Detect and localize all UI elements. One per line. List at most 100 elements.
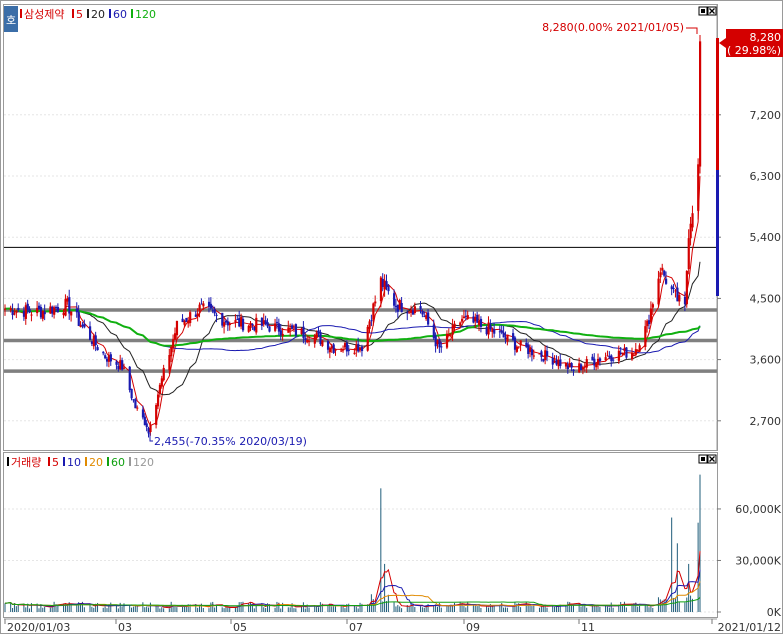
candle-body	[372, 303, 374, 319]
candle-body	[476, 315, 478, 323]
candle-body	[569, 363, 571, 367]
legend-item-label[interactable]: 120	[135, 8, 156, 21]
candle-body	[410, 310, 412, 313]
candle-body	[276, 322, 278, 323]
candle-body	[438, 339, 440, 347]
volume-tick-label: 0K	[767, 606, 782, 619]
candle-body	[635, 349, 637, 355]
candle-body	[183, 321, 185, 325]
candle-body	[412, 310, 414, 314]
candle-body	[673, 288, 675, 289]
candle-body	[64, 299, 66, 316]
candle-body	[567, 365, 569, 369]
price-panel-controls[interactable]	[699, 7, 716, 15]
candle-body	[533, 356, 535, 357]
current-price-badge: 8,280 ( 29.98%)	[719, 29, 783, 57]
candle-body	[123, 368, 125, 369]
candle-body	[406, 312, 408, 313]
candle-body	[27, 304, 29, 310]
candle-body	[282, 334, 284, 336]
volume-panel-controls[interactable]	[699, 455, 716, 463]
legend-item-label[interactable]: 삼성제약	[24, 7, 64, 21]
candle-body	[115, 362, 117, 365]
candle-body	[78, 312, 80, 326]
candle-body	[329, 348, 331, 352]
legend-item-label[interactable]: 5	[52, 456, 59, 469]
candle-body	[234, 320, 236, 322]
date-tick-label: 07	[349, 621, 363, 634]
candle-body	[661, 268, 663, 271]
candle-body	[189, 312, 191, 323]
legend-item-label[interactable]: 거래량	[11, 456, 41, 469]
candle-body	[580, 364, 582, 370]
candle-body	[368, 321, 370, 329]
legend-item-label[interactable]: 60	[113, 8, 127, 21]
candle-body	[572, 369, 574, 371]
candle-body	[499, 331, 501, 332]
candle-body	[597, 359, 599, 365]
candle-body	[401, 303, 403, 312]
candle-body	[425, 315, 427, 319]
date-tick-label: 2020/01/03	[7, 621, 70, 634]
candle-body	[516, 347, 518, 352]
candle-body	[30, 315, 32, 316]
candle-body	[546, 351, 548, 356]
candle-body	[512, 333, 514, 340]
candle-body	[80, 325, 82, 327]
candle-body	[652, 304, 654, 307]
candle-body	[659, 272, 661, 277]
candle-body	[268, 327, 270, 332]
candle-body	[697, 164, 699, 211]
price-tick-label: 7,200	[750, 109, 782, 122]
candle-body	[15, 311, 17, 313]
legend-item-label[interactable]: 60	[111, 456, 125, 469]
candle-body	[518, 346, 520, 347]
candle-body	[295, 324, 297, 335]
candle-body	[76, 309, 78, 313]
candle-body	[240, 317, 242, 327]
candle-body	[131, 389, 133, 398]
candle-body	[591, 357, 593, 361]
candle-body	[370, 320, 372, 321]
candle-body	[106, 359, 108, 362]
date-tick-label: 09	[466, 621, 480, 634]
candle-body	[380, 278, 382, 302]
candle-body	[168, 355, 170, 370]
candle-body	[665, 279, 667, 284]
legend-item-label[interactable]: 20	[91, 8, 105, 21]
candle-body	[650, 309, 652, 323]
candle-body	[81, 325, 83, 327]
legend-item-label[interactable]: 10	[67, 456, 81, 469]
candle-body	[480, 319, 482, 327]
candle-body	[36, 308, 38, 313]
candle-body	[459, 323, 461, 326]
candle-body	[622, 353, 624, 355]
candle-body	[149, 425, 151, 432]
legend-item-label[interactable]: 120	[133, 456, 154, 469]
candle-body	[678, 295, 680, 301]
candle-body	[200, 304, 202, 305]
price-tick-label: 4,500	[750, 292, 782, 305]
candle-body	[13, 313, 15, 314]
candle-body	[314, 335, 316, 343]
candle-body	[472, 317, 474, 323]
candle-body	[397, 305, 399, 312]
candle-body	[110, 354, 112, 361]
candle-body	[531, 349, 533, 355]
candle-body	[501, 330, 503, 332]
candle-body	[419, 306, 421, 309]
candle-body	[108, 355, 110, 362]
legend-item-label[interactable]: 5	[76, 8, 83, 21]
candle-body	[491, 329, 493, 332]
candle-body	[267, 322, 269, 326]
candle-body	[646, 321, 648, 326]
volume-tick-label: 60,000K	[735, 503, 781, 516]
candle-body	[361, 347, 363, 351]
candle-body	[450, 335, 452, 336]
high-annotation: 8,280(0.00% 2021/01/05)	[542, 21, 684, 34]
candle-body	[89, 326, 91, 340]
legend-item-label[interactable]: 20	[89, 456, 103, 469]
candle-body	[478, 321, 480, 325]
candle-body	[318, 330, 320, 333]
candle-body	[359, 347, 361, 350]
